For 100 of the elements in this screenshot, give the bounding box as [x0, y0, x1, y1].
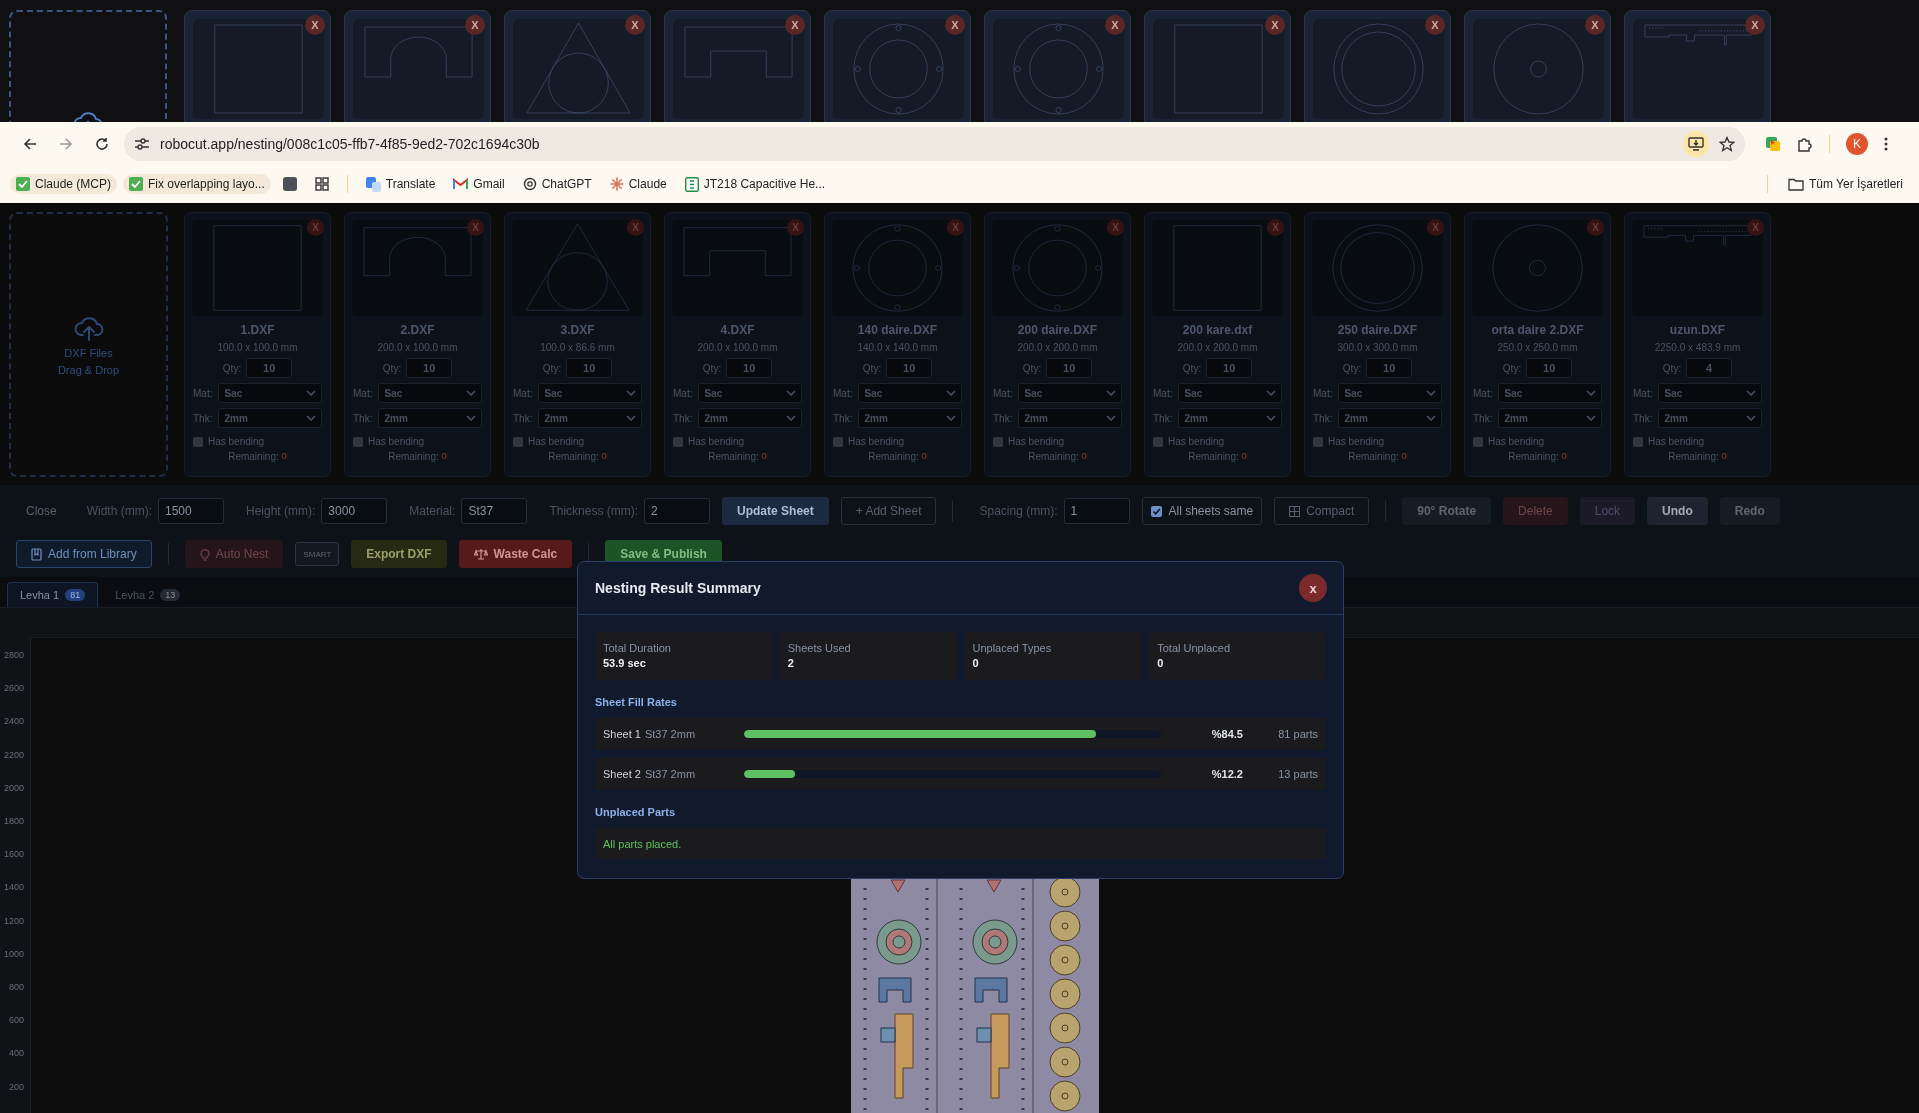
input-field[interactable]: St37 — [461, 498, 528, 524]
remove-button[interactable]: X — [305, 15, 325, 35]
remove-button[interactable]: X — [787, 219, 804, 236]
material-dropdown[interactable]: Sac — [218, 383, 322, 403]
remove-button[interactable]: X — [625, 15, 645, 35]
thickness-dropdown[interactable]: 2mm — [858, 408, 962, 428]
toolbar-button[interactable]: Update Sheet — [722, 497, 829, 525]
thickness-dropdown[interactable]: 2mm — [1658, 408, 1762, 428]
input-field[interactable]: 1500 — [158, 498, 224, 524]
checkbox[interactable] — [993, 436, 1003, 447]
thickness-dropdown[interactable]: 2mm — [1338, 408, 1442, 428]
checkbox[interactable] — [513, 436, 523, 447]
thickness-dropdown[interactable]: 2mm — [698, 408, 802, 428]
remove-button[interactable]: X — [1265, 15, 1285, 35]
checkbox[interactable] — [353, 436, 363, 447]
qty-field[interactable]: 10 — [1526, 358, 1573, 378]
remove-button[interactable]: X — [945, 15, 965, 35]
thickness-dropdown[interactable]: 2mm — [1178, 408, 1282, 428]
apps-icon[interactable] — [314, 177, 329, 191]
material-dropdown[interactable]: Sac — [1018, 383, 1122, 403]
toolbar-button[interactable]: Waste Calc — [458, 540, 573, 568]
toolbar-button[interactable]: + Add Sheet — [840, 497, 937, 525]
thickness-dropdown[interactable]: 2mm — [1018, 408, 1122, 428]
thickness-dropdown[interactable]: 2mm — [218, 408, 322, 428]
bookmark[interactable]: Claude (MCP) — [10, 174, 118, 194]
material-dropdown[interactable]: Sac — [1658, 383, 1762, 403]
material-dropdown[interactable]: Sac — [1338, 383, 1442, 403]
checkbox[interactable] — [833, 436, 843, 447]
checkbox[interactable] — [1473, 436, 1483, 447]
remove-button[interactable]: X — [1745, 15, 1765, 35]
qty-field[interactable]: 10 — [1206, 358, 1253, 378]
star-icon[interactable] — [1719, 135, 1735, 152]
bookmark[interactable]: Claude — [603, 174, 673, 194]
checkbox[interactable] — [673, 436, 683, 447]
checkbox[interactable] — [1153, 436, 1163, 447]
square-icon[interactable] — [282, 177, 297, 191]
bookmark[interactable]: Translate — [359, 173, 442, 195]
remove-button[interactable]: X — [785, 15, 805, 35]
remove-button[interactable]: X — [947, 219, 964, 236]
qty-field[interactable]: 10 — [1366, 358, 1413, 378]
remove-button[interactable]: X — [1267, 219, 1284, 236]
sheet-tab[interactable]: Levha 1 81 — [7, 582, 99, 607]
remove-button[interactable]: X — [307, 219, 324, 236]
thickness-dropdown[interactable]: 2mm — [1498, 408, 1602, 428]
qty-field[interactable]: 10 — [886, 358, 933, 378]
bookmark[interactable]: Fix overlapping layo... — [123, 174, 271, 194]
thickness-dropdown[interactable]: 2mm — [538, 408, 642, 428]
bookmark[interactable]: Gmail — [447, 174, 511, 194]
menu-icon[interactable] — [1884, 136, 1888, 151]
forward-icon[interactable] — [59, 136, 73, 151]
qty-field[interactable]: 10 — [1046, 358, 1093, 378]
remove-button[interactable]: X — [1427, 219, 1444, 236]
all-bookmarks-link[interactable]: Tüm Yer İşaretleri — [1781, 174, 1909, 194]
extension-icon[interactable] — [1765, 135, 1781, 152]
material-dropdown[interactable]: Sac — [538, 383, 642, 403]
input-field[interactable]: 1 — [1063, 498, 1130, 524]
toolbar-button[interactable]: Compact — [1274, 497, 1370, 525]
remove-button[interactable]: X — [1585, 15, 1605, 35]
checkbox[interactable] — [193, 436, 203, 447]
profile-avatar[interactable]: K — [1846, 132, 1868, 155]
remove-button[interactable]: X — [1107, 219, 1124, 236]
back-icon[interactable] — [23, 136, 37, 151]
remove-button[interactable]: X — [627, 219, 644, 236]
close-link[interactable]: Close — [26, 504, 57, 518]
toolbar-button[interactable]: Undo — [1647, 497, 1708, 525]
monitor-download-icon[interactable] — [1688, 136, 1704, 151]
toolbar-button[interactable]: SMART — [295, 542, 340, 566]
toolbar-button[interactable]: Add from Library — [16, 540, 152, 568]
remove-button[interactable]: X — [1425, 15, 1445, 35]
remove-button[interactable]: X — [1587, 219, 1604, 236]
toolbar-button[interactable]: Export DXF — [351, 540, 447, 568]
material-dropdown[interactable]: Sac — [698, 383, 802, 403]
thickness-dropdown[interactable]: 2mm — [378, 408, 482, 428]
qty-field[interactable]: 10 — [246, 358, 293, 378]
sheet-tab[interactable]: Levha 2 13 — [102, 582, 194, 607]
bookmark[interactable]: ChatGPT — [516, 174, 598, 194]
material-dropdown[interactable]: Sac — [858, 383, 962, 403]
material-dropdown[interactable]: Sac — [378, 383, 482, 403]
qty-field[interactable]: 10 — [566, 358, 613, 378]
qty-field[interactable]: 4 — [1686, 358, 1733, 378]
checkbox[interactable] — [1150, 505, 1162, 517]
material-dropdown[interactable]: Sac — [1178, 383, 1282, 403]
reload-icon[interactable] — [95, 136, 109, 151]
qty-field[interactable]: 10 — [406, 358, 453, 378]
material-dropdown[interactable]: Sac — [1498, 383, 1602, 403]
remove-button[interactable]: X — [465, 15, 485, 35]
bookmark[interactable]: JT218 Capacitive He... — [678, 173, 832, 195]
upload-dropzone[interactable]: DXF Files Drag & Drop — [9, 212, 168, 477]
site-settings-icon[interactable] — [134, 136, 150, 151]
address-bar[interactable]: robocut.app/nesting/008c1c05-ffb7-4f85-9ed2-702c1694c30b — [124, 126, 1745, 161]
checkbox[interactable] — [1633, 436, 1643, 447]
input-field[interactable]: 2 — [644, 498, 711, 524]
close-button[interactable]: x — [1299, 574, 1327, 602]
qty-field[interactable]: 10 — [726, 358, 773, 378]
remove-button[interactable]: X — [1747, 219, 1764, 236]
puzzle-icon[interactable] — [1797, 135, 1813, 152]
remove-button[interactable]: X — [467, 219, 484, 236]
remove-button[interactable]: X — [1105, 15, 1125, 35]
input-field[interactable]: 3000 — [321, 498, 388, 524]
checkbox[interactable] — [1313, 436, 1323, 447]
